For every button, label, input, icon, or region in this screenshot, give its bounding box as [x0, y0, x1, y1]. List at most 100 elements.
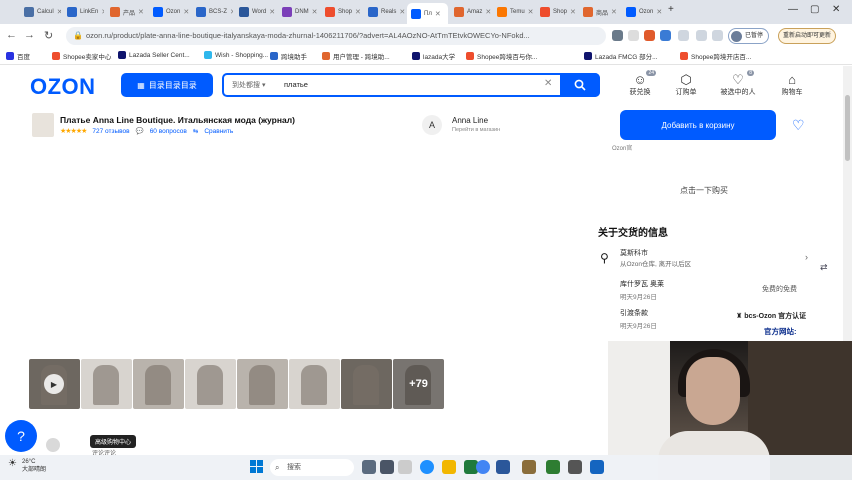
bookmark-item[interactable]: Lazada Seller Cent...: [118, 51, 190, 59]
header-nav-item[interactable]: ♡ 8 被选中的人: [718, 70, 758, 97]
bookmark-item[interactable]: 用户管理 - 跨境助...: [322, 51, 390, 61]
relaunch-update-button[interactable]: 重新启动即可更新: [778, 28, 837, 44]
delivery-city-selector[interactable]: ⚲ 莫斯科市 从Ozon仓库, 离开以后区 ›: [598, 246, 808, 272]
gallery-more-thumb[interactable]: +79: [393, 359, 444, 409]
gallery-thumb[interactable]: [341, 359, 392, 409]
close-tab-icon[interactable]: ✕: [57, 8, 61, 16]
extension-icon[interactable]: [660, 30, 671, 41]
questions-link[interactable]: 60 вопросов: [150, 128, 187, 135]
close-window-icon[interactable]: ✕: [832, 4, 840, 15]
header-nav-item[interactable]: ☺ 24 获兑换: [620, 70, 660, 97]
browser-tab[interactable]: Shop ✕: [321, 3, 362, 21]
extension-icon[interactable]: [644, 30, 655, 41]
widgets-icon[interactable]: [380, 460, 394, 474]
reload-icon[interactable]: ↻: [44, 29, 53, 42]
browser-tab[interactable]: DNM ✕: [278, 3, 319, 21]
app-icon[interactable]: [546, 460, 560, 474]
close-tab-icon[interactable]: ✕: [570, 8, 576, 16]
gallery-video-thumb[interactable]: ▶: [29, 359, 80, 409]
app-icon[interactable]: [522, 460, 536, 474]
close-tab-icon[interactable]: ✕: [138, 8, 144, 16]
browser-tab[interactable]: Reals ✕: [364, 3, 405, 21]
browser-tab[interactable]: 产品 ✕: [106, 3, 147, 21]
app-icon[interactable]: [398, 460, 412, 474]
browser-tab[interactable]: Пл ✕: [407, 3, 448, 24]
scrollbar-thumb[interactable]: [845, 95, 850, 161]
back-icon[interactable]: ←: [6, 29, 17, 41]
edge-icon[interactable]: [420, 460, 434, 474]
bookmark-item[interactable]: Wish - Shopping...: [204, 51, 268, 59]
bookmark-item[interactable]: Lazada FMCG 部分...: [584, 51, 658, 61]
bookmark-item[interactable]: lazada大学: [412, 51, 455, 61]
puzzle-icon[interactable]: [678, 30, 689, 41]
browser-tab[interactable]: Calcul ✕: [20, 3, 61, 21]
close-tab-icon[interactable]: ✕: [435, 10, 441, 18]
forward-icon[interactable]: →: [24, 29, 35, 41]
address-bar[interactable]: 🔒 ozon.ru/product/plate-anna-line-boutiq…: [66, 27, 606, 45]
word-icon[interactable]: [496, 460, 510, 474]
gallery-thumb[interactable]: [133, 359, 184, 409]
location-icon[interactable]: [612, 30, 623, 41]
browser-tab[interactable]: BCS-Z ✕: [192, 3, 233, 21]
buy-with-one-click[interactable]: 点击一下购买: [680, 185, 728, 196]
support-chat-button[interactable]: ?: [5, 420, 37, 452]
browser-tab[interactable]: LinkEn✕: [63, 3, 104, 21]
product-thumbnail[interactable]: [32, 113, 54, 137]
browser-tab[interactable]: Shop ✕: [536, 3, 577, 21]
translate-icon[interactable]: ⇄: [820, 262, 832, 274]
header-nav-item[interactable]: ⬡ 订购单: [666, 72, 706, 97]
new-tab-icon[interactable]: +: [668, 4, 674, 15]
browser-tab[interactable]: Ozon ✕: [149, 3, 190, 21]
brand-logo[interactable]: A: [422, 115, 442, 135]
bookmark-item[interactable]: Shopee跨境开店百...: [680, 51, 751, 61]
app-icon[interactable]: [568, 460, 582, 474]
browser-tab[interactable]: Temu ✕: [493, 3, 534, 21]
folder-icon[interactable]: [442, 460, 456, 474]
browser-tab[interactable]: 商品 ✕: [579, 3, 620, 21]
star-icon[interactable]: [628, 30, 639, 41]
close-tab-icon[interactable]: ✕: [611, 8, 617, 16]
weather-widget[interactable]: ☀ 26°C 大部晴朗: [8, 458, 46, 474]
clear-search-icon[interactable]: ✕: [544, 78, 552, 89]
taskview-icon[interactable]: [362, 460, 376, 474]
minimize-icon[interactable]: —: [788, 4, 798, 15]
bcs-website-label[interactable]: 官方网站:: [764, 326, 797, 337]
browser-tab[interactable]: Amaz ✕: [450, 3, 491, 21]
close-tab-icon[interactable]: ✕: [485, 8, 491, 16]
reviews-link[interactable]: 727 отзывов: [92, 128, 129, 135]
bookmark-item[interactable]: Shopee卖家中心: [52, 51, 111, 61]
close-tab-icon[interactable]: ✕: [101, 8, 104, 16]
windows-start-icon[interactable]: [250, 460, 264, 474]
gallery-thumb[interactable]: [81, 359, 132, 409]
close-tab-icon[interactable]: ✕: [312, 8, 318, 16]
brand-name[interactable]: Anna Line: [452, 116, 488, 125]
sidebar-icon[interactable]: [696, 30, 707, 41]
chrome-icon[interactable]: [476, 460, 490, 474]
gallery-thumb[interactable]: [289, 359, 340, 409]
gallery-thumb[interactable]: [237, 359, 288, 409]
header-nav-item[interactable]: ⌂ 购物车: [772, 72, 812, 97]
taskbar-search[interactable]: ⌕ 搜索: [270, 459, 354, 476]
bookmark-item[interactable]: 跨境助手: [270, 51, 307, 61]
close-tab-icon[interactable]: ✕: [230, 8, 233, 16]
close-tab-icon[interactable]: ✕: [355, 8, 361, 16]
add-to-cart-button[interactable]: Добавить в корзину: [620, 110, 776, 140]
search-button[interactable]: [560, 73, 600, 97]
heart-icon[interactable]: ♡: [792, 117, 805, 134]
maximize-icon[interactable]: ▢: [810, 4, 819, 15]
browser-tab[interactable]: Ozon ✕: [622, 3, 663, 21]
gallery-thumb[interactable]: [185, 359, 236, 409]
close-tab-icon[interactable]: ✕: [269, 8, 275, 16]
browser-tab[interactable]: Word ✕: [235, 3, 276, 21]
profile-paused-button[interactable]: 已暂停: [728, 28, 770, 44]
search-box[interactable]: 到处都搜 ▾ платье ✕: [222, 73, 600, 97]
close-tab-icon[interactable]: ✕: [656, 8, 662, 16]
app-icon[interactable]: [590, 460, 604, 474]
chat-bubble-icon[interactable]: [46, 438, 60, 452]
close-tab-icon[interactable]: ✕: [399, 8, 405, 16]
compare-link[interactable]: Сравнить: [204, 128, 233, 135]
close-tab-icon[interactable]: ✕: [528, 8, 534, 16]
brand-store-link[interactable]: Перейти в магазин: [452, 127, 500, 133]
ozon-logo[interactable]: OZON: [30, 74, 96, 100]
bookmark-item[interactable]: 百度: [6, 51, 30, 61]
